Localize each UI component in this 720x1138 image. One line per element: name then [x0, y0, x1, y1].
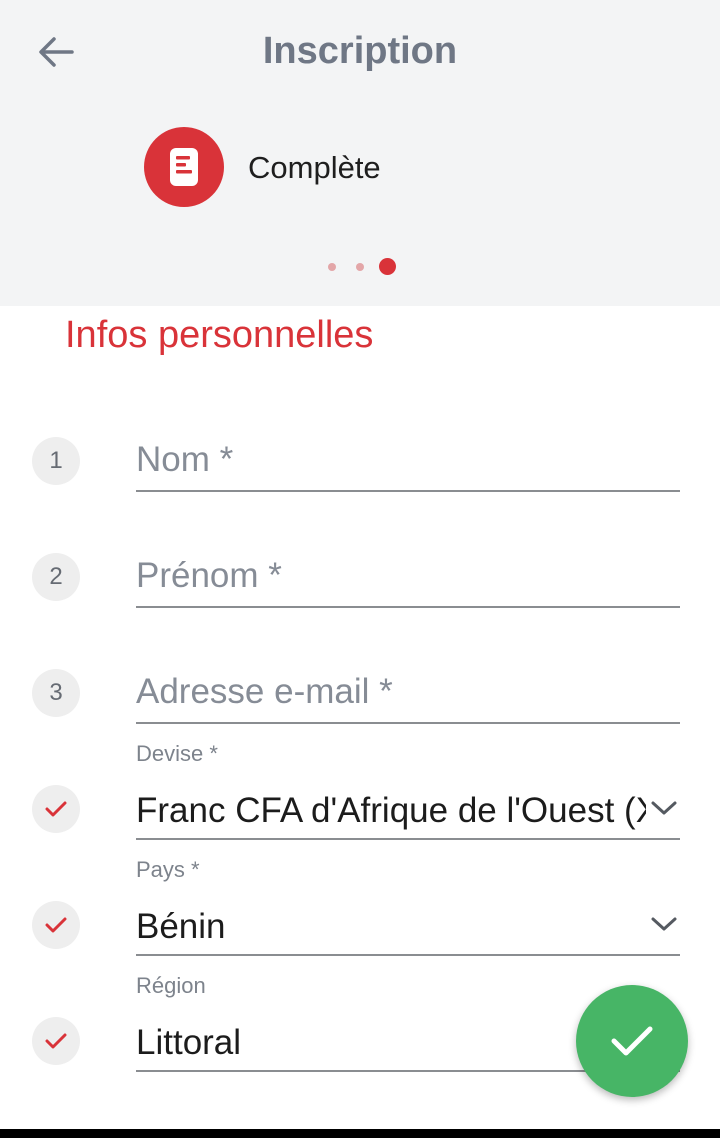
- check-icon: [45, 917, 67, 933]
- first-name-placeholder: Prénom *: [136, 556, 282, 595]
- page-dot-active: [379, 258, 396, 275]
- country-value: Bénin: [136, 907, 226, 946]
- first-name-field[interactable]: Prénom *: [136, 546, 680, 608]
- field-status-badge: [32, 901, 80, 949]
- page-indicator: [0, 258, 720, 276]
- system-nav-bar: [0, 1129, 720, 1138]
- header: Inscription Complète: [0, 0, 720, 306]
- check-icon: [45, 801, 67, 817]
- last-name-field[interactable]: Nom *: [136, 430, 680, 492]
- chevron-down-icon: [651, 917, 677, 931]
- country-select[interactable]: Bénin: [136, 896, 680, 956]
- last-name-placeholder: Nom *: [136, 440, 234, 479]
- step-label: Complète: [248, 150, 381, 185]
- chevron-down-icon: [651, 801, 677, 815]
- page-dot: [356, 263, 364, 271]
- email-placeholder: Adresse e-mail *: [136, 672, 393, 711]
- check-icon: [45, 1033, 67, 1049]
- country-label: Pays *: [136, 857, 200, 882]
- step-icon: [144, 127, 224, 207]
- currency-select[interactable]: Franc CFA d'Afrique de l'Ouest (XOF): [136, 780, 680, 840]
- document-icon: [170, 148, 198, 186]
- currency-value: Franc CFA d'Afrique de l'Ouest (XOF): [136, 791, 646, 830]
- page-title: Inscription: [262, 30, 458, 72]
- field-status-badge: [32, 785, 80, 833]
- currency-label: Devise *: [136, 741, 218, 766]
- region-label: Région: [136, 973, 206, 998]
- submit-fab-button[interactable]: [576, 985, 688, 1097]
- field-number-badge: 3: [32, 669, 80, 717]
- check-icon: [611, 1026, 653, 1056]
- field-number-badge: 1: [32, 437, 80, 485]
- field-status-badge: [32, 1017, 80, 1065]
- page-dot: [328, 263, 336, 271]
- field-number-badge: 2: [32, 553, 80, 601]
- region-value: Littoral: [136, 1023, 242, 1062]
- email-field[interactable]: Adresse e-mail *: [136, 662, 680, 724]
- section-title: Infos personnelles: [65, 314, 374, 356]
